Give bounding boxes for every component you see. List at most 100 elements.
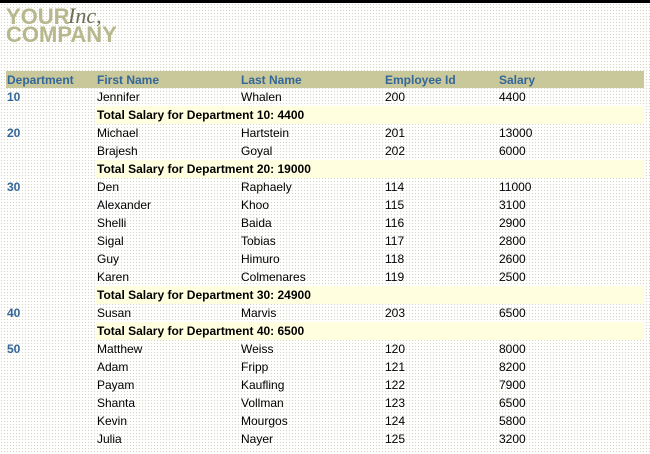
employee-id-cell: 120 — [385, 342, 406, 356]
total-spacer — [6, 106, 96, 124]
employee-id-cell: 114 — [385, 180, 405, 194]
table-row: Brajesh Goyal 202 6000 — [6, 142, 644, 160]
first-name-cell: Alexander — [97, 198, 152, 212]
company-logo: YOUR Inc, COMPANY — [6, 5, 146, 47]
salary-cell: 6500 — [499, 306, 526, 320]
header-row: Department First Name Last Name Employee… — [6, 71, 644, 88]
employee-id-cell: 201 — [385, 126, 406, 140]
table-row: Guy Himuro 118 2600 — [6, 250, 644, 268]
last-name-cell: Kaufling — [241, 378, 285, 392]
column-header-first-name: First Name — [96, 71, 240, 88]
last-name-cell: Mourgos — [241, 414, 288, 428]
department-cell: 40 — [7, 306, 21, 320]
table-row: Julia Nayer 125 3200 — [6, 430, 644, 448]
last-name-cell: Raphaely — [241, 180, 292, 194]
column-header-department: Department — [6, 71, 96, 88]
department-cell — [6, 250, 96, 268]
employee-id-cell: 119 — [385, 270, 405, 284]
table-row: Alexander Khoo 115 3100 — [6, 196, 644, 214]
salary-cell: 6000 — [499, 144, 526, 158]
salary-cell: 13000 — [499, 126, 533, 140]
table-row: Adam Fripp 121 8200 — [6, 358, 644, 376]
last-name-cell: Marvis — [241, 306, 277, 320]
salary-cell: 3200 — [499, 432, 526, 446]
department-cell — [6, 142, 96, 160]
first-name-cell: Kevin — [97, 414, 128, 428]
department-cell — [6, 214, 96, 232]
department-cell: 50 — [7, 342, 21, 356]
department-cell — [6, 430, 96, 448]
department-total-row: Total Salary for Department 40: 6500 — [6, 322, 644, 340]
salary-cell: 11000 — [499, 180, 532, 194]
first-name-cell: Adam — [97, 360, 129, 374]
employee-id-cell: 115 — [385, 198, 405, 212]
table-row: 50 Matthew Weiss 120 8000 — [6, 340, 644, 358]
first-name-cell: Brajesh — [97, 144, 138, 158]
table-row: Kevin Mourgos 124 5800 — [6, 412, 644, 430]
column-header-last-name: Last Name — [240, 71, 384, 88]
department-cell: 20 — [7, 126, 21, 140]
salary-report-table: Department First Name Last Name Employee… — [6, 71, 644, 448]
last-name-cell: Fripp — [241, 360, 269, 374]
salary-cell: 3100 — [499, 198, 526, 212]
first-name-cell: Payam — [97, 378, 135, 392]
salary-cell: 2600 — [499, 252, 526, 266]
last-name-cell: Tobias — [241, 234, 276, 248]
first-name-cell: Karen — [97, 270, 130, 284]
department-cell — [6, 268, 96, 286]
salary-cell: 2500 — [499, 270, 526, 284]
employee-id-cell: 124 — [385, 414, 406, 428]
column-header-salary: Salary — [498, 71, 644, 88]
department-cell — [6, 412, 96, 430]
table-row: Shelli Baida 116 2900 — [6, 214, 644, 232]
column-header-employee-id: Employee Id — [384, 71, 498, 88]
employee-id-cell: 118 — [385, 252, 405, 266]
first-name-cell: Michael — [97, 126, 139, 140]
department-cell: 10 — [7, 90, 21, 104]
first-name-cell: Julia — [97, 432, 122, 446]
last-name-cell: Vollman — [241, 396, 284, 410]
table-row: Shanta Vollman 123 6500 — [6, 394, 644, 412]
salary-cell: 7900 — [499, 378, 526, 392]
department-cell — [6, 358, 96, 376]
first-name-cell: Shelli — [97, 216, 127, 230]
last-name-cell: Himuro — [241, 252, 280, 266]
department-total-row: Total Salary for Department 10: 4400 — [6, 106, 644, 124]
first-name-cell: Susan — [97, 306, 132, 320]
department-cell — [6, 394, 96, 412]
first-name-cell: Matthew — [97, 342, 143, 356]
department-total-label: Total Salary for Department 40: 6500 — [96, 322, 644, 340]
table-row: Karen Colmenares 119 2500 — [6, 268, 644, 286]
table-row: 40 Susan Marvis 203 6500 — [6, 304, 644, 322]
table-row: 20 Michael Hartstein 201 13000 — [6, 124, 644, 142]
first-name-cell: Sigal — [97, 234, 124, 248]
total-spacer — [6, 160, 96, 178]
employee-id-cell: 123 — [385, 396, 406, 410]
first-name-cell: Guy — [97, 252, 120, 266]
table-row: 10 Jennifer Whalen 200 4400 — [6, 88, 644, 106]
last-name-cell: Colmenares — [241, 270, 306, 284]
salary-cell: 2800 — [499, 234, 526, 248]
employee-id-cell: 125 — [385, 432, 406, 446]
first-name-cell: Shanta — [97, 396, 136, 410]
last-name-cell: Weiss — [241, 342, 274, 356]
employee-id-cell: 116 — [385, 216, 405, 230]
salary-cell: 5800 — [499, 414, 526, 428]
last-name-cell: Goyal — [241, 144, 273, 158]
logo-line-2: COMPANY — [6, 22, 117, 47]
employee-id-cell: 122 — [385, 378, 406, 392]
report-body: 10 Jennifer Whalen 200 4400 Total Salary for … — [6, 88, 644, 448]
total-spacer — [6, 322, 96, 340]
salary-cell: 6500 — [499, 396, 526, 410]
table-row: Payam Kaufling 122 7900 — [6, 376, 644, 394]
department-total-row: Total Salary for Department 30: 24900 — [6, 286, 644, 304]
department-cell: 30 — [7, 180, 21, 194]
department-total-label: Total Salary for Department 20: 19000 — [96, 160, 644, 178]
last-name-cell: Nayer — [241, 432, 274, 446]
last-name-cell: Khoo — [241, 198, 270, 212]
salary-cell: 2900 — [499, 216, 526, 230]
department-cell — [6, 196, 96, 214]
first-name-cell: Den — [97, 180, 120, 194]
employee-id-cell: 203 — [385, 306, 406, 320]
table-row: Sigal Tobias 117 2800 — [6, 232, 644, 250]
